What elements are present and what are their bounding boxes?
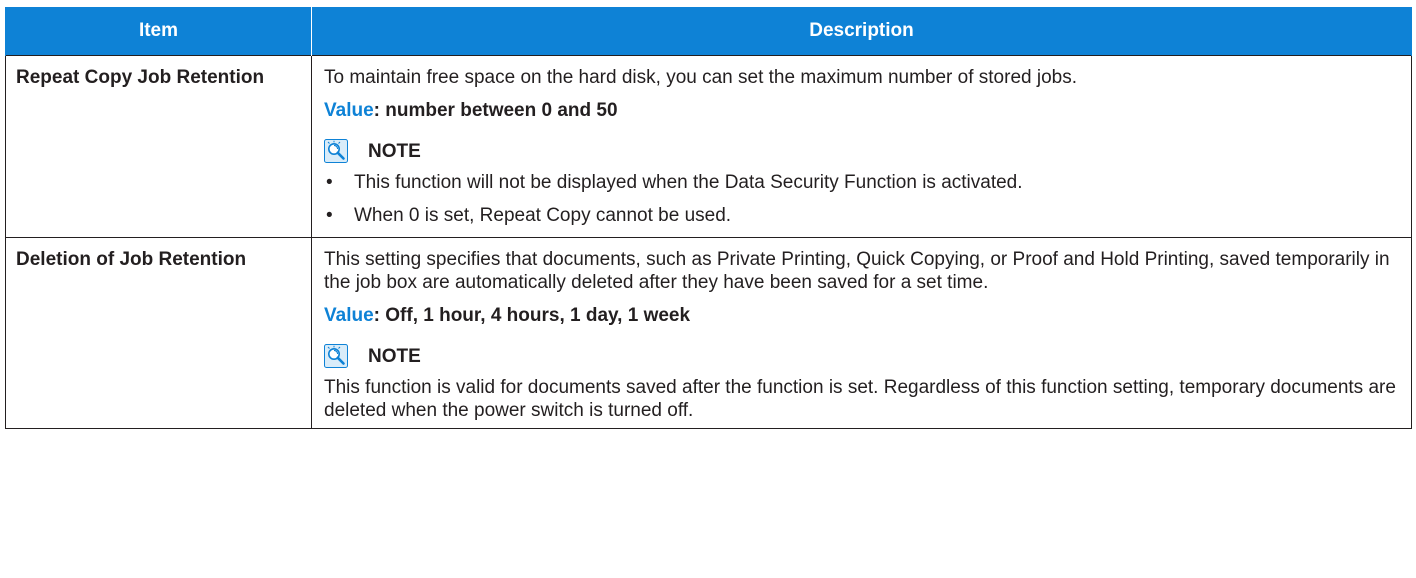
settings-table: Item Description Repeat Copy Job Retenti… xyxy=(5,7,1412,429)
description-text: This setting specifies that documents, s… xyxy=(324,249,1390,293)
note-heading: NOTE xyxy=(324,139,1399,163)
note-bullet-list: • This function will not be displayed whe… xyxy=(324,171,1399,227)
note-magnifier-icon xyxy=(324,344,348,368)
bullet-dot: • xyxy=(326,172,333,193)
column-header-item: Item xyxy=(5,7,312,56)
bullet-dot: • xyxy=(326,205,333,226)
note-heading: NOTE xyxy=(324,344,1399,368)
value-text: : Off, 1 hour, 4 hours, 1 day, 1 week xyxy=(373,305,691,326)
description-cell: To maintain free space on the hard disk,… xyxy=(311,55,1412,238)
note-text: This function is valid for documents sav… xyxy=(324,377,1396,421)
note-label: NOTE xyxy=(368,140,421,162)
table-row: Repeat Copy Job Retention To maintain fr… xyxy=(5,55,1412,238)
value-text: : number between 0 and 50 xyxy=(373,100,618,121)
value-label: Value xyxy=(324,305,374,326)
table-row: Deletion of Job Retention This setting s… xyxy=(5,237,1412,429)
value-line: Value: number between 0 and 50 xyxy=(324,99,1399,122)
note-bullet-text: When 0 is set, Repeat Copy cannot be use… xyxy=(354,205,732,226)
note-magnifier-icon xyxy=(324,139,348,163)
note-label: NOTE xyxy=(368,345,421,367)
value-line: Value: Off, 1 hour, 4 hours, 1 day, 1 we… xyxy=(324,304,1399,327)
description-text: To maintain free space on the hard disk,… xyxy=(324,67,1077,88)
item-name: Repeat Copy Job Retention xyxy=(5,55,312,238)
table-header-row: Item Description xyxy=(5,7,1412,56)
list-item: • When 0 is set, Repeat Copy cannot be us… xyxy=(324,204,1399,227)
list-item: • This function will not be displayed whe… xyxy=(324,171,1399,194)
value-label: Value xyxy=(324,100,374,121)
item-name: Deletion of Job Retention xyxy=(5,237,312,429)
column-header-description: Description xyxy=(311,7,1412,56)
description-cell: This setting specifies that documents, s… xyxy=(311,237,1412,429)
note-bullet-text: This function will not be displayed when… xyxy=(354,172,1023,193)
